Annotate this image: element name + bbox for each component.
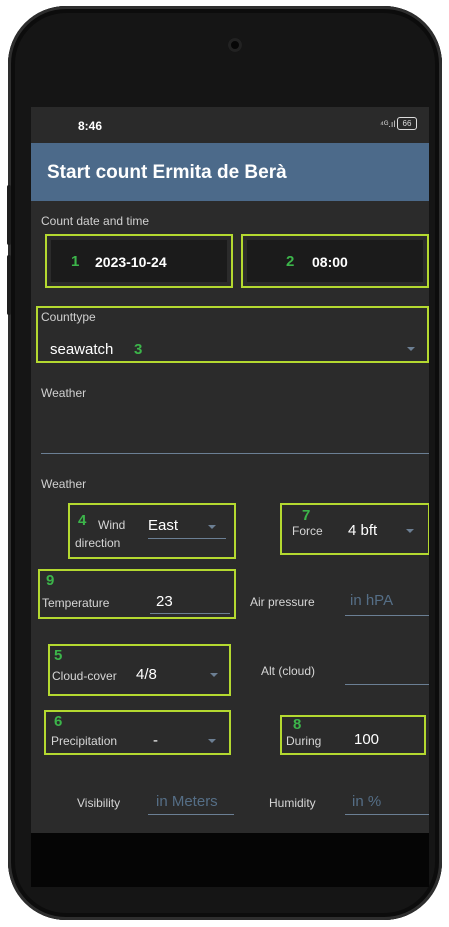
marker-7: 7 [302,507,311,524]
precipitation-label: Precipitation [51,734,118,748]
page-title: Start count Ermita de Berà [47,162,287,183]
marker-2: 2 [286,253,295,270]
visibility-input[interactable]: in Meters [156,793,218,810]
date-field[interactable]: 1 2023-10-24 [45,234,233,288]
humidity-label: Humidity [269,796,316,810]
cloud-cover-select[interactable]: 5 Cloud-cover 4/8 [48,644,231,696]
during-label: During [286,734,322,748]
counttype-value: seawatch [50,341,114,358]
cloud-cover-value: 4/8 [136,666,157,683]
front-camera [228,38,242,52]
force-value: 4 bft [348,522,378,539]
temperature-label: Temperature [42,596,110,610]
marker-4: 4 [78,512,87,529]
wind-label: Wind [98,518,126,532]
wind-direction-value: East [148,517,179,534]
during-field[interactable]: 8 During 100 [280,715,426,755]
marker-1: 1 [71,253,80,270]
cloud-cover-label: Cloud-cover [52,669,117,683]
counttype-label: Counttype [41,310,96,324]
power-button [7,255,11,315]
status-bar: 8:46 ⁴ᴳ.ıl 66 [31,107,429,143]
force-select[interactable]: 7 Force 4 bft [280,503,429,555]
app-bar: Start count Ermita de Berà [31,143,429,201]
time-field[interactable]: 2 08:00 [241,234,429,288]
signal-icon: ⁴ᴳ.ıl [380,119,396,129]
humidity-input[interactable]: in % [352,793,381,810]
temperature-value: 23 [156,593,173,610]
count-datetime-label: Count date and time [41,214,150,228]
chevron-down-icon [208,739,216,743]
navigation-bar [31,833,429,887]
air-pressure-input[interactable]: in hPA [350,592,393,609]
time-value: 08:00 [312,254,348,270]
date-value: 2023-10-24 [95,254,167,270]
marker-5: 5 [54,647,63,664]
alt-cloud-input[interactable] [345,684,429,685]
alt-cloud-label: Alt (cloud) [261,664,316,678]
marker-3: 3 [134,341,143,358]
battery-icon: 66 [397,117,417,130]
status-time: 8:46 [78,119,103,133]
chevron-down-icon [406,529,414,533]
chevron-down-icon [210,673,218,677]
weather-notes-label: Weather [41,386,87,400]
chevron-down-icon [208,525,216,529]
air-pressure-label: Air pressure [250,595,315,609]
chevron-down-icon [407,347,415,351]
precipitation-value: - [153,732,158,749]
force-label: Force [292,524,323,538]
counttype-select[interactable]: Counttype seawatch 3 [36,306,429,363]
wind-direction-label: direction [75,536,121,550]
volume-button [7,185,11,245]
weather-section-label: Weather [41,477,87,491]
weather-notes-input[interactable] [41,453,429,454]
wind-direction-select[interactable]: 4 Wind direction East [68,503,236,559]
marker-8: 8 [293,716,302,733]
temperature-field[interactable]: 9 Temperature 23 [38,569,236,619]
marker-9: 9 [46,572,55,589]
app-screen: 8:46 ⁴ᴳ.ıl 66 Start count Ermita de Berà… [31,107,429,833]
precipitation-select[interactable]: 6 Precipitation - [44,710,231,755]
marker-6: 6 [54,713,63,730]
visibility-label: Visibility [77,796,121,810]
during-value: 100 [354,731,380,748]
